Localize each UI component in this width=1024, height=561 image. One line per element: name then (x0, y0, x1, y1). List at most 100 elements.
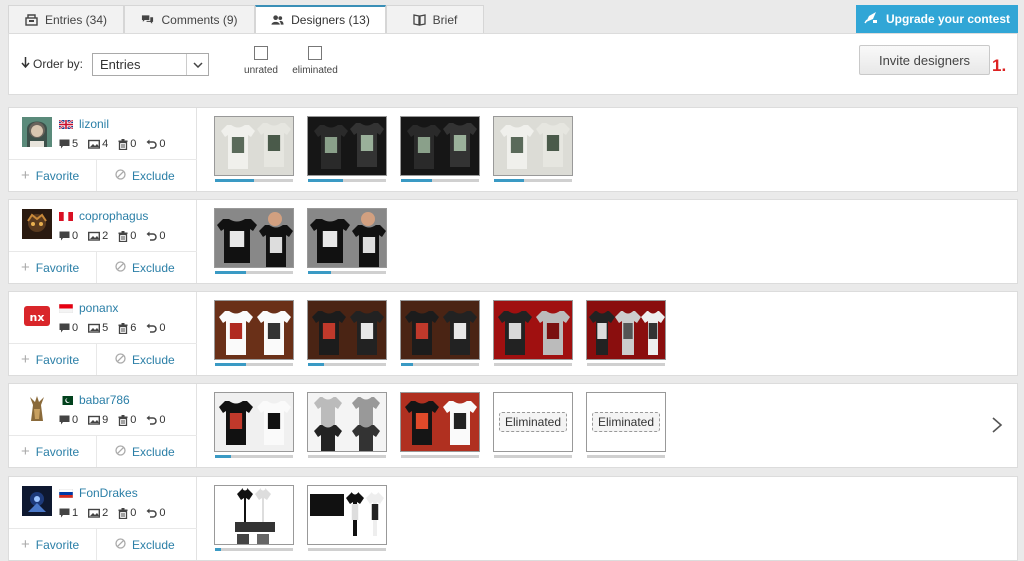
entry-thumbnail[interactable] (214, 300, 294, 366)
entry-thumbnail[interactable] (400, 300, 480, 366)
entry-thumbnail[interactable] (400, 116, 480, 182)
designer-actions: + Favorite Exclude (9, 159, 197, 191)
tab-label: Comments (9) (161, 12, 238, 27)
entry-image[interactable] (214, 485, 294, 545)
entry-image[interactable] (493, 300, 573, 360)
designer-row-coprophagus: coprophagus 0 2 0 0 + Favorite Exclude (8, 199, 1018, 284)
entry-thumbnail[interactable] (493, 116, 573, 182)
entry-thumbnail[interactable]: Eliminated (493, 392, 573, 458)
designer-info: babar786 0 9 0 0 + Favorite Exclude (9, 384, 197, 467)
entry-image[interactable] (214, 208, 294, 268)
plus-icon: + (21, 351, 30, 368)
entry-image[interactable] (214, 300, 294, 360)
favorite-button[interactable]: + Favorite (9, 436, 97, 467)
order-by-text: Order by: (33, 57, 84, 71)
designer-actions: + Favorite Exclude (9, 251, 197, 283)
exclude-button[interactable]: Exclude (97, 529, 175, 560)
avatar[interactable] (22, 486, 52, 516)
entry-image[interactable] (214, 116, 294, 176)
rating-progress-bar (494, 363, 572, 366)
designer-name[interactable]: babar786 (79, 393, 130, 407)
favorite-button[interactable]: + Favorite (9, 529, 97, 560)
designer-name[interactable]: ponanx (79, 301, 118, 315)
entry-image[interactable] (400, 392, 480, 452)
entry-image[interactable] (307, 392, 387, 452)
entry-image[interactable] (400, 300, 480, 360)
entry-thumbnail[interactable] (400, 392, 480, 458)
comments-count: 5 (72, 138, 79, 150)
designer-name[interactable]: FonDrakes (79, 486, 138, 500)
tab-entries[interactable]: Entries (34) (8, 5, 124, 33)
designer-stats: 0 9 0 0 (59, 414, 166, 426)
entry-thumbnail[interactable] (307, 392, 387, 458)
rating-progress-fill (494, 179, 524, 182)
entry-image[interactable] (307, 300, 387, 360)
comment-icon (59, 139, 70, 149)
withdrawn-count: 0 (159, 507, 166, 519)
entry-thumbnail[interactable] (214, 116, 294, 182)
comments-count: 0 (72, 230, 79, 242)
order-by-select[interactable]: Entries (92, 53, 209, 76)
invite-designers-button[interactable]: Invite designers (859, 45, 990, 75)
trash-icon (118, 322, 128, 334)
eliminated-checkbox[interactable] (308, 46, 322, 60)
favorite-button[interactable]: + Favorite (9, 252, 97, 283)
entry-image[interactable] (400, 116, 480, 176)
unrated-filter[interactable]: unrated (233, 46, 289, 76)
tab-comments[interactable]: Comments (9) (124, 5, 255, 33)
deleted-stat: 6 (118, 322, 136, 334)
favorite-label: Favorite (35, 352, 80, 367)
rating-progress-bar (587, 455, 665, 458)
chevron-right-icon[interactable] (991, 416, 1003, 434)
favorite-button[interactable]: + Favorite (9, 344, 97, 375)
comments-count: 0 (72, 414, 79, 426)
entry-thumbnail[interactable] (307, 300, 387, 366)
entry-image[interactable]: Eliminated (586, 392, 666, 452)
entry-thumbnail[interactable] (214, 392, 294, 458)
entry-thumbnail[interactable] (214, 485, 294, 551)
exclude-label: Exclude (132, 537, 175, 552)
designer-stats: 5 4 0 0 (59, 138, 166, 150)
rating-progress-bar (215, 363, 293, 366)
entry-image[interactable] (493, 116, 573, 176)
entry-thumbnail[interactable]: Eliminated (586, 392, 666, 458)
exclude-button[interactable]: Exclude (97, 344, 175, 375)
pakistan-flag-icon (59, 394, 73, 405)
exclude-button[interactable]: Exclude (97, 160, 175, 191)
designer-name[interactable]: coprophagus (79, 209, 148, 223)
entry-thumbnail[interactable] (307, 208, 387, 274)
upgrade-contest-button[interactable]: Upgrade your contest (856, 5, 1018, 33)
unrated-checkbox[interactable] (254, 46, 268, 60)
designer-name[interactable]: lizonil (79, 117, 109, 131)
entry-image[interactable] (307, 116, 387, 176)
entry-thumbnail[interactable] (493, 300, 573, 366)
entry-image[interactable] (307, 208, 387, 268)
block-icon (115, 260, 126, 275)
entry-thumbnail[interactable] (214, 208, 294, 274)
entry-image[interactable] (214, 392, 294, 452)
tab-designers[interactable]: Designers (13) (255, 5, 386, 33)
deleted-count: 0 (130, 414, 137, 426)
block-icon (115, 537, 126, 552)
designer-info: FonDrakes 1 2 0 0 + Favorite Exclude (9, 477, 197, 560)
designer-actions: + Favorite Exclude (9, 343, 197, 375)
avatar[interactable]: nx (22, 301, 52, 331)
entry-image[interactable] (586, 300, 666, 360)
exclude-button[interactable]: Exclude (97, 436, 175, 467)
avatar[interactable] (22, 393, 52, 423)
block-icon (115, 444, 126, 459)
entry-image[interactable] (307, 485, 387, 545)
exclude-button[interactable]: Exclude (97, 252, 175, 283)
entry-image[interactable]: Eliminated (493, 392, 573, 452)
avatar[interactable] (22, 209, 52, 239)
comment-icon (59, 231, 70, 241)
tab-brief[interactable]: Brief (386, 5, 484, 33)
entry-thumbnail[interactable] (307, 116, 387, 182)
entry-thumbnail[interactable] (586, 300, 666, 366)
undo-icon (146, 139, 158, 149)
avatar[interactable] (22, 117, 52, 147)
entry-thumbnail[interactable] (307, 485, 387, 551)
comments-stat: 0 (59, 414, 78, 426)
favorite-button[interactable]: + Favorite (9, 160, 97, 191)
eliminated-filter[interactable]: eliminated (287, 46, 343, 76)
